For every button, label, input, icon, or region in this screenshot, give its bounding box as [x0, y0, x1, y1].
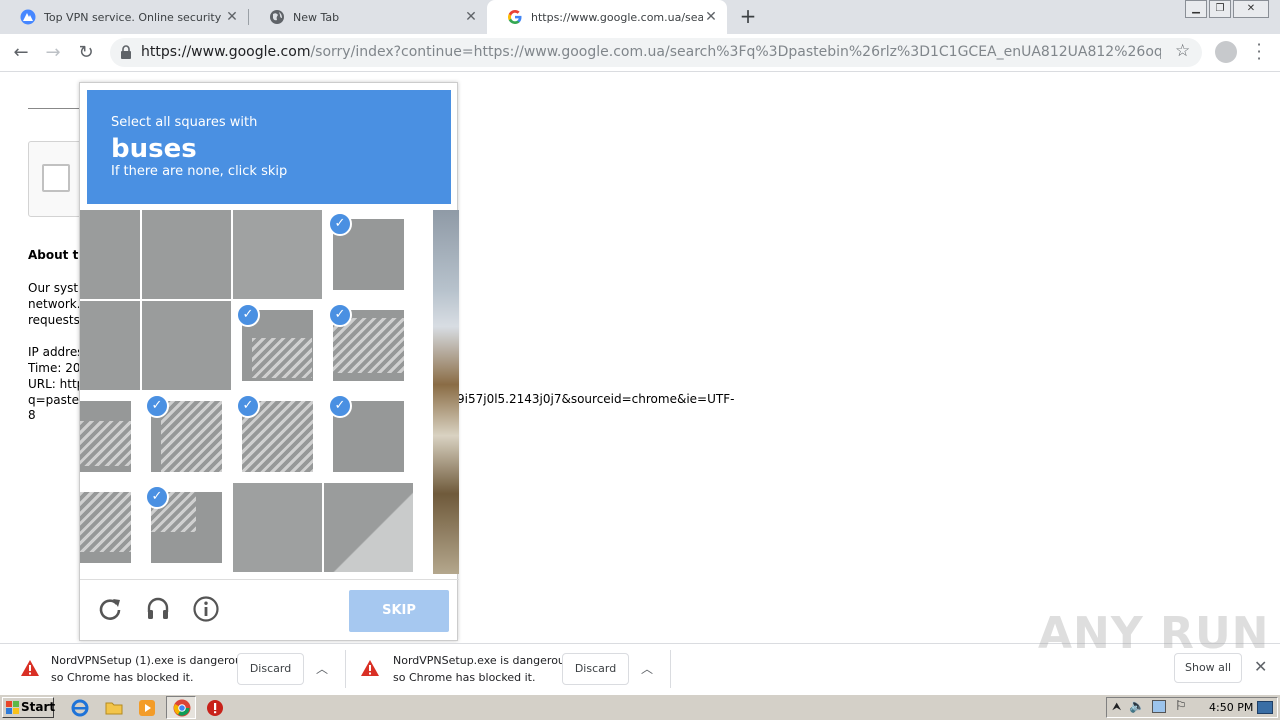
download-line: so Chrome has blocked it. — [51, 671, 194, 684]
anyrun-watermark: ANY RUN — [1038, 608, 1270, 659]
download-item: NordVPNSetup (1).exe is dangerous, so Ch… — [0, 644, 345, 694]
challenge-footer: SKIP — [80, 579, 459, 641]
stop-sign-icon[interactable] — [205, 698, 225, 718]
close-icon[interactable]: ✕ — [463, 9, 479, 25]
photo-strip — [433, 210, 459, 574]
internet-explorer-icon[interactable] — [70, 698, 90, 718]
tile[interactable] — [233, 210, 322, 299]
discard-button[interactable]: Discard — [562, 653, 629, 685]
check-icon: ✓ — [328, 303, 352, 327]
start-label: Start — [21, 700, 56, 714]
close-icon[interactable]: ✕ — [224, 9, 240, 25]
tab-vpn[interactable]: Top VPN service. Online security sta ✕ — [0, 0, 248, 34]
show-desktop-icon[interactable] — [1257, 701, 1273, 714]
tab-google-title: https://www.google.com.ua/search — [531, 10, 703, 24]
headphones-icon[interactable] — [144, 595, 172, 623]
tile[interactable] — [233, 483, 322, 572]
challenge-target: buses — [111, 134, 197, 164]
clock[interactable]: 4:50 PM — [1209, 701, 1253, 714]
download-line: NordVPNSetup (1).exe is dangerous, — [51, 654, 252, 667]
tab-new-tab[interactable]: New Tab ✕ — [249, 0, 487, 34]
browser-toolbar: ← → ↻ https://www.google.com/sorry/index… — [0, 34, 1280, 72]
challenge-hint: If there are none, click skip — [111, 164, 288, 179]
warning-icon — [361, 660, 379, 676]
network-icon[interactable] — [1152, 700, 1166, 713]
download-line: NordVPNSetup.exe is dangerous, — [393, 654, 575, 667]
recaptcha-challenge: Select all squares with buses If there a… — [79, 82, 459, 641]
windows-taskbar: Start ⮝ 🔈 ⚐ 4:50 PM — [0, 694, 1280, 720]
star-icon[interactable]: ☆ — [1175, 41, 1190, 61]
volume-icon[interactable]: 🔈 — [1129, 699, 1145, 714]
tile[interactable] — [142, 210, 231, 299]
address-bar[interactable]: https://www.google.com/sorry/index?conti… — [110, 38, 1202, 67]
start-button[interactable]: Start — [2, 697, 56, 718]
tab-new-tab-title: New Tab — [293, 10, 340, 24]
url-path: /sorry/index?continue=https://www.google… — [310, 44, 1161, 60]
flag-icon[interactable]: ⚐ — [1175, 699, 1187, 714]
image-grid: ✓ ✓ ✓ ✓ ✓ ✓ ✓ — [80, 210, 459, 574]
globe-icon — [270, 10, 284, 24]
chevron-up-icon[interactable]: ︿ — [639, 660, 655, 677]
check-icon: ✓ — [236, 303, 260, 327]
close-icon[interactable]: ✕ — [703, 9, 719, 25]
tile[interactable] — [142, 301, 231, 390]
folder-icon[interactable] — [104, 698, 124, 718]
download-item: NordVPNSetup.exe is dangerous, so Chrome… — [342, 644, 670, 694]
forward-button[interactable]: → — [40, 40, 66, 66]
challenge-instruction: Select all squares with — [111, 115, 258, 130]
url-tail-text: 9i57j0l5.2143j0j7&sourceid=chrome&ie=UTF… — [457, 392, 735, 406]
info-icon[interactable] — [192, 595, 220, 623]
tile[interactable] — [80, 392, 140, 481]
download-line: so Chrome has blocked it. — [393, 671, 536, 684]
download-message: NordVPNSetup.exe is dangerous, so Chrome… — [393, 652, 574, 686]
maximize-button[interactable]: ❐ — [1209, 0, 1231, 18]
tile[interactable] — [324, 483, 413, 572]
google-icon — [508, 10, 522, 24]
recaptcha-checkbox[interactable] — [42, 164, 70, 192]
tile[interactable] — [80, 483, 140, 572]
download-divider — [670, 650, 671, 688]
back-button[interactable]: ← — [8, 40, 34, 66]
reload-icon[interactable] — [96, 595, 124, 623]
check-icon: ✓ — [145, 394, 169, 418]
windows-logo-icon — [6, 701, 19, 714]
minimize-button[interactable]: ▁ — [1185, 0, 1207, 18]
url-text[interactable]: https://www.google.com/sorry/index?conti… — [141, 44, 1161, 60]
tab-strip: Top VPN service. Online security sta ✕ N… — [0, 0, 1280, 34]
discard-button[interactable]: Discard — [237, 653, 304, 685]
profile-avatar-icon[interactable] — [1215, 41, 1237, 63]
skip-button[interactable]: SKIP — [349, 590, 449, 632]
reload-button[interactable]: ↻ — [73, 40, 99, 66]
check-icon: ✓ — [328, 394, 352, 418]
nordvpn-icon — [20, 9, 36, 25]
url-host: https://www.google.com — [141, 44, 311, 60]
tile[interactable] — [80, 210, 140, 299]
tab-google-search[interactable]: https://www.google.com.ua/search ✕ — [487, 0, 727, 34]
taskbar-chrome-button[interactable] — [166, 696, 196, 719]
check-icon: ✓ — [236, 394, 260, 418]
tab-vpn-title: Top VPN service. Online security sta — [44, 10, 224, 24]
close-window-button[interactable]: ✕ — [1233, 0, 1269, 18]
tray-expand-icon[interactable]: ⮝ — [1112, 700, 1121, 714]
menu-icon[interactable]: · · · — [1254, 37, 1264, 67]
challenge-header: Select all squares with buses If there a… — [87, 90, 451, 204]
lock-icon[interactable] — [120, 45, 132, 59]
tile[interactable] — [80, 301, 140, 390]
check-icon: ✓ — [328, 212, 352, 236]
warning-icon — [21, 660, 39, 676]
chrome-icon — [173, 699, 191, 717]
close-icon[interactable]: ✕ — [1254, 657, 1267, 676]
check-icon: ✓ — [145, 485, 169, 509]
url-end-text: 8 — [28, 408, 36, 422]
download-message: NordVPNSetup (1).exe is dangerous, so Ch… — [51, 652, 251, 686]
media-player-icon[interactable] — [137, 698, 157, 718]
new-tab-button[interactable]: + — [734, 4, 762, 30]
system-tray: ⮝ 🔈 ⚐ 4:50 PM — [1106, 697, 1278, 718]
chevron-up-icon[interactable]: ︿ — [314, 660, 330, 677]
